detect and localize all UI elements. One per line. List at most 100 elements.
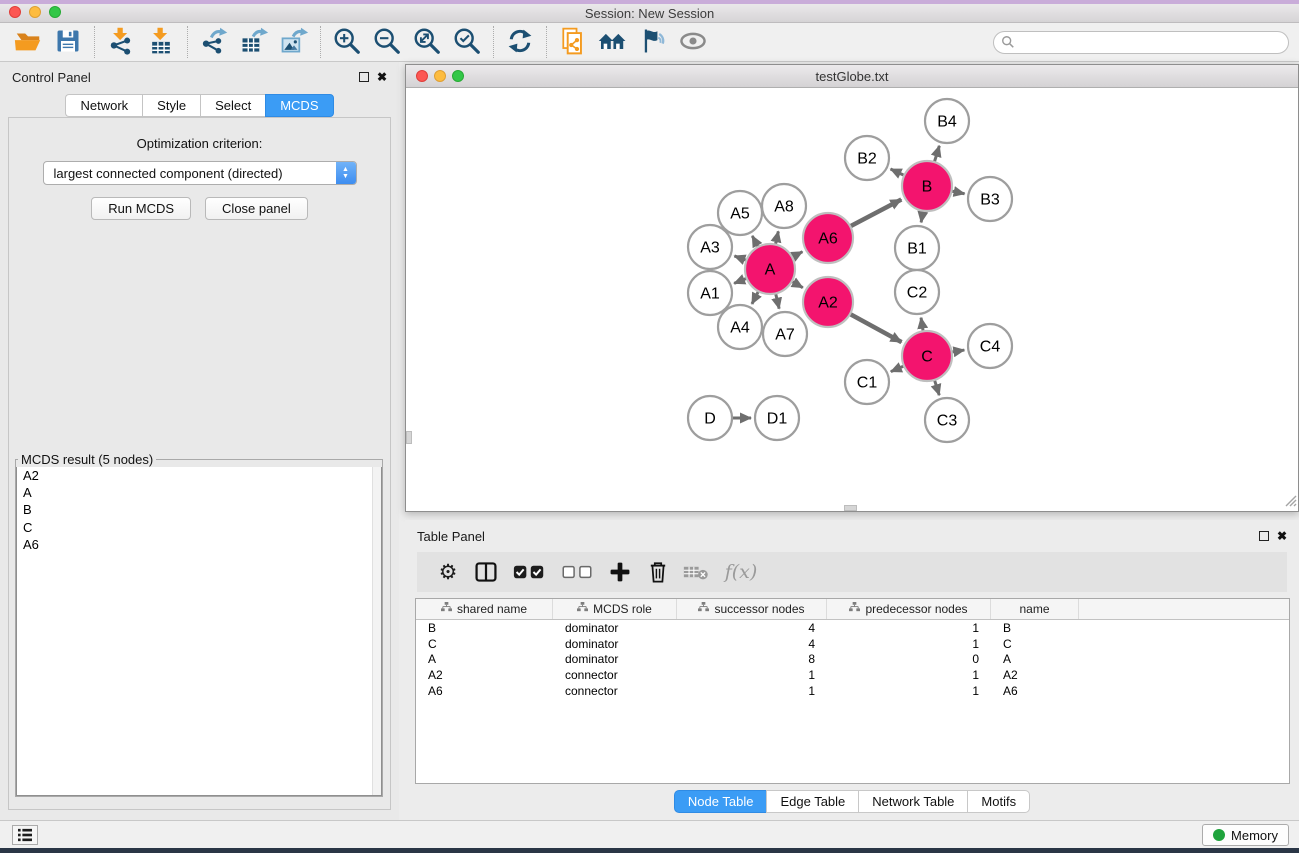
network-zoom-button[interactable]	[452, 70, 464, 82]
node-A4[interactable]: A4	[718, 305, 762, 349]
table-cell[interactable]: 1	[677, 668, 827, 682]
node-A1[interactable]: A1	[688, 271, 732, 315]
table-cell[interactable]: B	[416, 621, 553, 635]
network-window-titlebar[interactable]: testGlobe.txt	[406, 65, 1298, 88]
tab-style[interactable]: Style	[142, 94, 200, 117]
horizontal-scroll-thumb[interactable]	[844, 505, 857, 511]
node-C1[interactable]: C1	[845, 360, 889, 404]
node-C2[interactable]: C2	[895, 270, 939, 314]
table-cell[interactable]: 4	[677, 637, 827, 651]
node-B2[interactable]: B2	[845, 136, 889, 180]
vertical-scroll-thumb[interactable]	[406, 431, 412, 444]
save-session-button[interactable]	[48, 24, 88, 60]
table-cell[interactable]: dominator	[553, 637, 677, 651]
mcds-result-item[interactable]: A2	[17, 467, 381, 484]
mcds-result-list[interactable]: A2ABCA6	[16, 467, 382, 796]
node-B3[interactable]: B3	[968, 177, 1012, 221]
column-header-shared-name[interactable]: shared name	[416, 599, 553, 619]
tab-motifs[interactable]: Motifs	[967, 790, 1030, 813]
export-network-button[interactable]	[194, 24, 234, 60]
table-cell[interactable]: A	[991, 652, 1079, 666]
search-input[interactable]	[993, 31, 1289, 54]
mcds-result-item[interactable]: B	[17, 501, 381, 518]
node-A[interactable]: A	[745, 244, 795, 294]
deselect-all-button[interactable]	[557, 557, 597, 587]
column-header-MCDS-role[interactable]: MCDS role	[553, 599, 677, 619]
tab-network[interactable]: Network	[65, 94, 142, 117]
network-canvas[interactable]: B4B2BB3A8A5A6A3B1AA1C2A2A4A7CC4C1C3DD1	[406, 88, 1298, 511]
task-history-button[interactable]	[12, 825, 38, 845]
tab-edge-table[interactable]: Edge Table	[766, 790, 858, 813]
select-all-button[interactable]	[509, 557, 549, 587]
table-row[interactable]: Cdominator41C	[416, 636, 1289, 652]
resize-grip-icon[interactable]	[1284, 494, 1297, 510]
node-A3[interactable]: A3	[688, 225, 732, 269]
float-panel-icon[interactable]	[359, 72, 369, 82]
run-mcds-button[interactable]: Run MCDS	[91, 197, 191, 220]
table-row[interactable]: Adominator80A	[416, 652, 1289, 668]
tab-select[interactable]: Select	[200, 94, 265, 117]
open-session-button[interactable]	[8, 24, 48, 60]
node-A8[interactable]: A8	[762, 184, 806, 228]
delete-column-button[interactable]	[643, 557, 673, 587]
table-cell[interactable]: 1	[827, 668, 991, 682]
zoom-out-button[interactable]	[367, 24, 407, 60]
close-panel-button[interactable]: Close panel	[205, 197, 308, 220]
table-cell[interactable]: B	[991, 621, 1079, 635]
mcds-result-item[interactable]: C	[17, 519, 381, 536]
close-panel-icon[interactable]: ✖	[377, 72, 387, 82]
delete-table-button[interactable]	[681, 557, 711, 587]
export-image-button[interactable]	[274, 24, 314, 60]
node-C3[interactable]: C3	[925, 398, 969, 442]
network-graph[interactable]: B4B2BB3A8A5A6A3B1AA1C2A2A4A7CC4C1C3DD1	[406, 88, 1298, 511]
float-table-panel-icon[interactable]	[1259, 531, 1269, 541]
node-B4[interactable]: B4	[925, 99, 969, 143]
tab-network-table[interactable]: Network Table	[858, 790, 967, 813]
column-header-name[interactable]: name	[991, 599, 1079, 619]
home-button[interactable]	[593, 24, 633, 60]
zoom-window-button[interactable]	[49, 6, 61, 18]
network-close-button[interactable]	[416, 70, 428, 82]
tab-node-table[interactable]: Node Table	[674, 790, 767, 813]
table-cell[interactable]: A2	[991, 668, 1079, 682]
close-table-panel-icon[interactable]: ✖	[1277, 531, 1287, 541]
node-D1[interactable]: D1	[755, 396, 799, 440]
table-cell[interactable]: C	[416, 637, 553, 651]
network-minimize-button[interactable]	[434, 70, 446, 82]
zoom-selected-button[interactable]	[447, 24, 487, 60]
function-builder-button[interactable]: f(x)	[719, 557, 763, 587]
table-row[interactable]: A2connector11A2	[416, 667, 1289, 683]
table-cell[interactable]: C	[991, 637, 1079, 651]
minimize-window-button[interactable]	[29, 6, 41, 18]
node-A2[interactable]: A2	[803, 277, 853, 327]
node-A5[interactable]: A5	[718, 191, 762, 235]
list-scrollbar[interactable]	[372, 467, 381, 795]
close-window-button[interactable]	[9, 6, 21, 18]
memory-button[interactable]: Memory	[1202, 824, 1289, 846]
column-header-successor-nodes[interactable]: successor nodes	[677, 599, 827, 619]
node-A6[interactable]: A6	[803, 213, 853, 263]
table-cell[interactable]: A2	[416, 668, 553, 682]
table-cell[interactable]: connector	[553, 668, 677, 682]
add-column-button[interactable]	[605, 557, 635, 587]
show-graphics-details-button[interactable]	[673, 24, 713, 60]
mcds-result-item[interactable]: A6	[17, 536, 381, 553]
table-cell[interactable]: 1	[827, 684, 991, 698]
hide-graphics-details-button[interactable]	[633, 24, 673, 60]
table-cell[interactable]: connector	[553, 684, 677, 698]
import-network-button[interactable]	[101, 24, 141, 60]
table-cell[interactable]: 8	[677, 652, 827, 666]
export-table-button[interactable]	[234, 24, 274, 60]
tab-mcds[interactable]: MCDS	[265, 94, 333, 117]
column-header-predecessor-nodes[interactable]: predecessor nodes	[827, 599, 991, 619]
new-network-from-file-button[interactable]	[553, 24, 593, 60]
node-B[interactable]: B	[902, 161, 952, 211]
table-cell[interactable]: 1	[677, 684, 827, 698]
table-cell[interactable]: 0	[827, 652, 991, 666]
table-cell[interactable]: dominator	[553, 652, 677, 666]
node-A7[interactable]: A7	[763, 312, 807, 356]
zoom-fit-button[interactable]	[407, 24, 447, 60]
table-cell[interactable]: A	[416, 652, 553, 666]
node-C[interactable]: C	[902, 331, 952, 381]
node-D[interactable]: D	[688, 396, 732, 440]
